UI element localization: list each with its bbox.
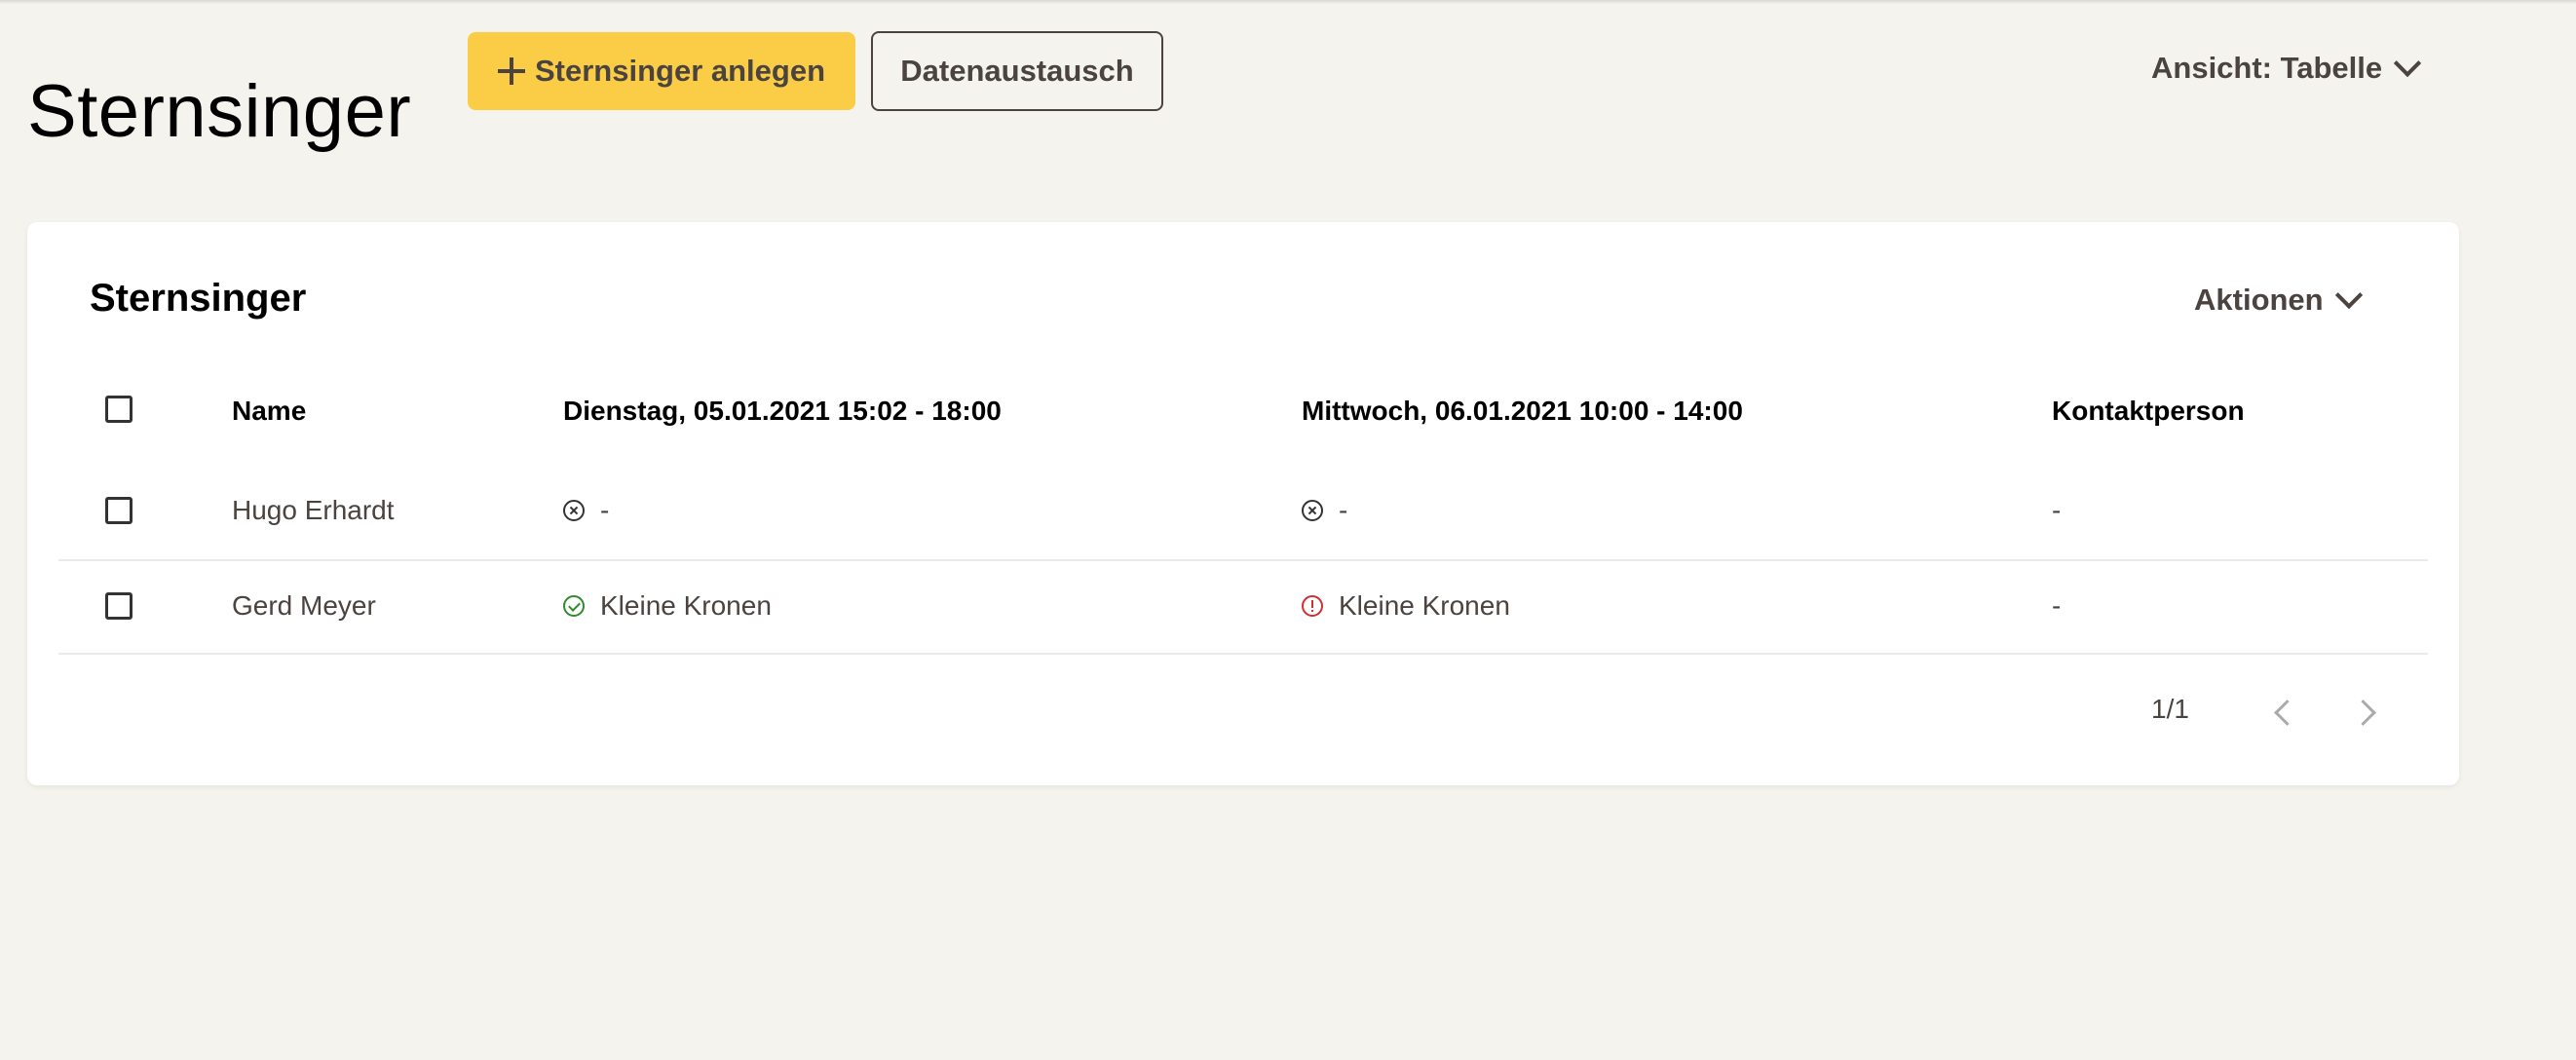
- x-circle-icon: [1302, 500, 1323, 521]
- actions-dropdown[interactable]: Aktionen: [2194, 281, 2363, 318]
- row-contact: -: [2052, 495, 2062, 525]
- row-divider: [58, 653, 2428, 655]
- x-circle-icon: [563, 500, 585, 521]
- row-day1-text: Kleine Kronen: [600, 590, 772, 621]
- plus-icon: [497, 57, 525, 85]
- row-day2-cell: Kleine Kronen: [1302, 590, 1510, 622]
- row-name[interactable]: Hugo Erhardt: [232, 495, 395, 526]
- page-title: Sternsinger: [27, 69, 412, 153]
- column-header-day2[interactable]: Mittwoch, 06.01.2021 10:00 - 14:00: [1302, 396, 1743, 427]
- select-all-checkbox[interactable]: [105, 396, 133, 423]
- sternsinger-card: Sternsinger Aktionen Name Dienstag, 05.0…: [27, 222, 2459, 785]
- actions-label: Aktionen: [2194, 283, 2324, 317]
- row-checkbox[interactable]: [105, 497, 133, 524]
- view-select[interactable]: Ansicht: Tabelle: [2151, 49, 2422, 86]
- card-title: Sternsinger: [90, 277, 307, 320]
- chevron-down-icon: [2334, 281, 2363, 310]
- chevron-down-icon: [2393, 49, 2422, 78]
- create-sternsinger-label: Sternsinger anlegen: [534, 54, 826, 88]
- row-day2-text: -: [1339, 495, 1348, 525]
- chevron-left-icon[interactable]: [2274, 700, 2300, 726]
- row-checkbox[interactable]: [105, 592, 133, 620]
- row-day1-cell: -: [563, 495, 609, 526]
- alert-circle-icon: [1302, 595, 1323, 617]
- row-day2-cell: -: [1302, 495, 1347, 526]
- row-contact: -: [2052, 590, 2062, 621]
- create-sternsinger-button[interactable]: Sternsinger anlegen: [468, 32, 855, 110]
- column-header-contact[interactable]: Kontaktperson: [2052, 396, 2245, 427]
- top-shadow: [0, 0, 2576, 4]
- chevron-right-icon[interactable]: [2350, 700, 2376, 726]
- column-header-day1[interactable]: Dienstag, 05.01.2021 15:02 - 18:00: [563, 396, 1002, 427]
- row-day1-cell: Kleine Kronen: [563, 590, 772, 622]
- row-day2-text: Kleine Kronen: [1339, 590, 1510, 621]
- view-select-label: Ansicht: Tabelle: [2151, 51, 2383, 85]
- row-name[interactable]: Gerd Meyer: [232, 590, 376, 622]
- column-header-name[interactable]: Name: [232, 396, 306, 427]
- check-circle-icon: [563, 595, 585, 617]
- pagination-info: 1/1: [2151, 694, 2189, 724]
- row-divider: [58, 559, 2428, 561]
- row-day1-text: -: [600, 495, 610, 525]
- data-exchange-button[interactable]: Datenaustausch: [871, 31, 1163, 111]
